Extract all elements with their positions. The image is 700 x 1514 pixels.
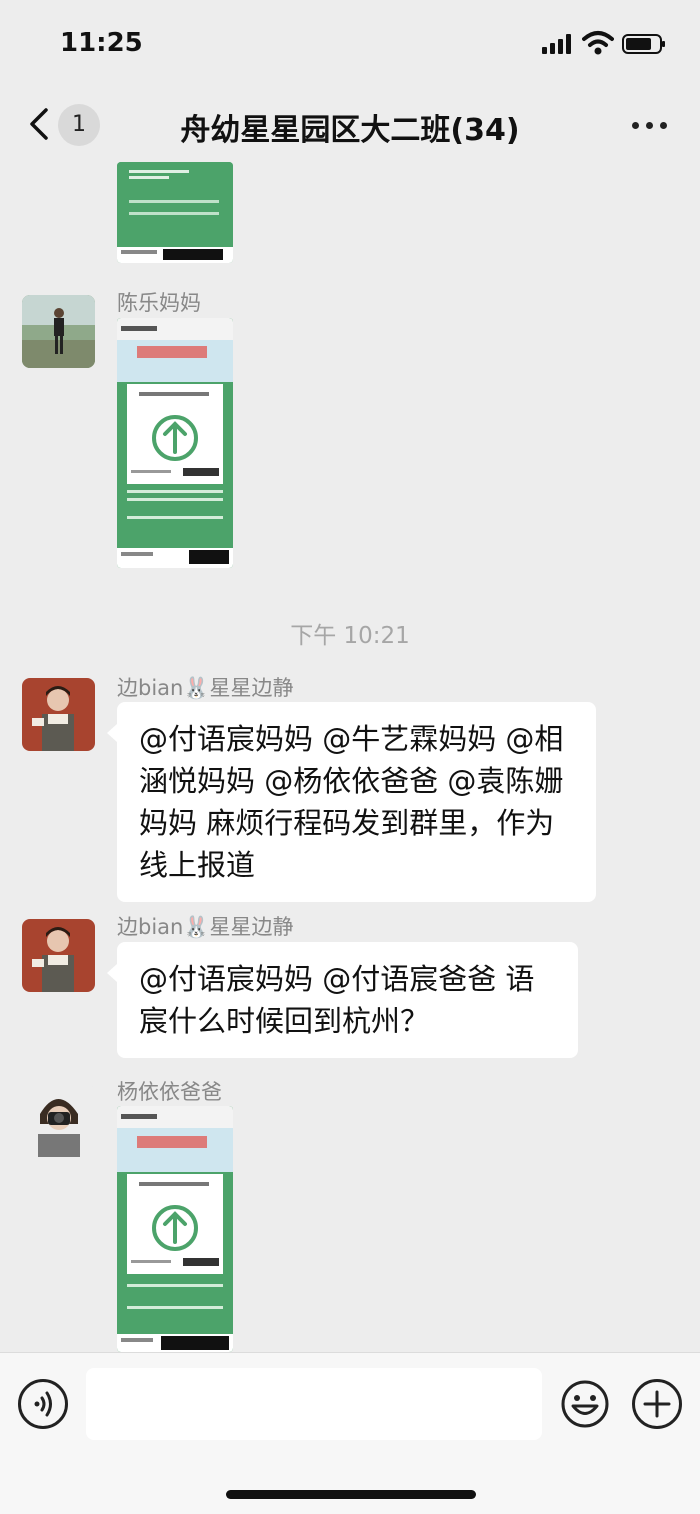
text-message[interactable]: @付语宸妈妈 @付语宸爸爸 语宸什么时候回到杭州？ <box>107 942 578 1058</box>
cellular-signal-icon <box>542 34 574 54</box>
avatar[interactable] <box>22 295 95 368</box>
back-chevron-icon[interactable] <box>24 106 54 142</box>
text-message[interactable]: @付语宸妈妈 @牛艺霖妈妈 @相涵悦妈妈 @杨依依爸爸 @袁陈姗妈妈 麻烦行程码… <box>107 702 596 902</box>
message-timestamp: 下午 10:21 <box>290 623 410 649</box>
unread-badge[interactable]: 1 <box>58 104 100 146</box>
image-message[interactable] <box>117 1106 233 1352</box>
more-dots-icon[interactable] <box>628 118 672 132</box>
sender-name: 边bian🐰星星边静 <box>117 915 294 939</box>
battery-icon <box>622 34 665 54</box>
emoji-icon[interactable] <box>560 1379 610 1429</box>
image-message[interactable] <box>117 162 233 263</box>
home-indicator <box>226 1490 476 1499</box>
wifi-icon <box>582 31 614 55</box>
voice-icon[interactable] <box>18 1379 68 1429</box>
sender-name: 边bian🐰星星边静 <box>117 676 294 700</box>
plus-icon[interactable] <box>632 1379 682 1429</box>
sender-name: 杨依依爸爸 <box>117 1080 222 1104</box>
avatar[interactable] <box>22 919 95 992</box>
chat-title: 舟幼星星园区大二班(34) <box>180 113 520 148</box>
status-bar: 11:25 <box>0 0 700 90</box>
avatar[interactable] <box>22 678 95 751</box>
message-text: @付语宸妈妈 @牛艺霖妈妈 @相涵悦妈妈 @杨依依爸爸 @袁陈姗妈妈 麻烦行程码… <box>139 722 564 882</box>
avatar[interactable] <box>22 1084 95 1157</box>
message-list[interactable]: 陈乐妈妈 下午 10:21 边bian🐰星星边静 @付语宸妈妈 @牛艺霖妈妈 @… <box>0 162 700 1352</box>
sender-name: 陈乐妈妈 <box>117 291 201 315</box>
message-input[interactable] <box>86 1368 542 1440</box>
message-text: @付语宸妈妈 @付语宸爸爸 语宸什么时候回到杭州？ <box>139 962 535 1038</box>
image-message[interactable] <box>117 318 233 568</box>
status-time: 11:25 <box>60 28 143 58</box>
